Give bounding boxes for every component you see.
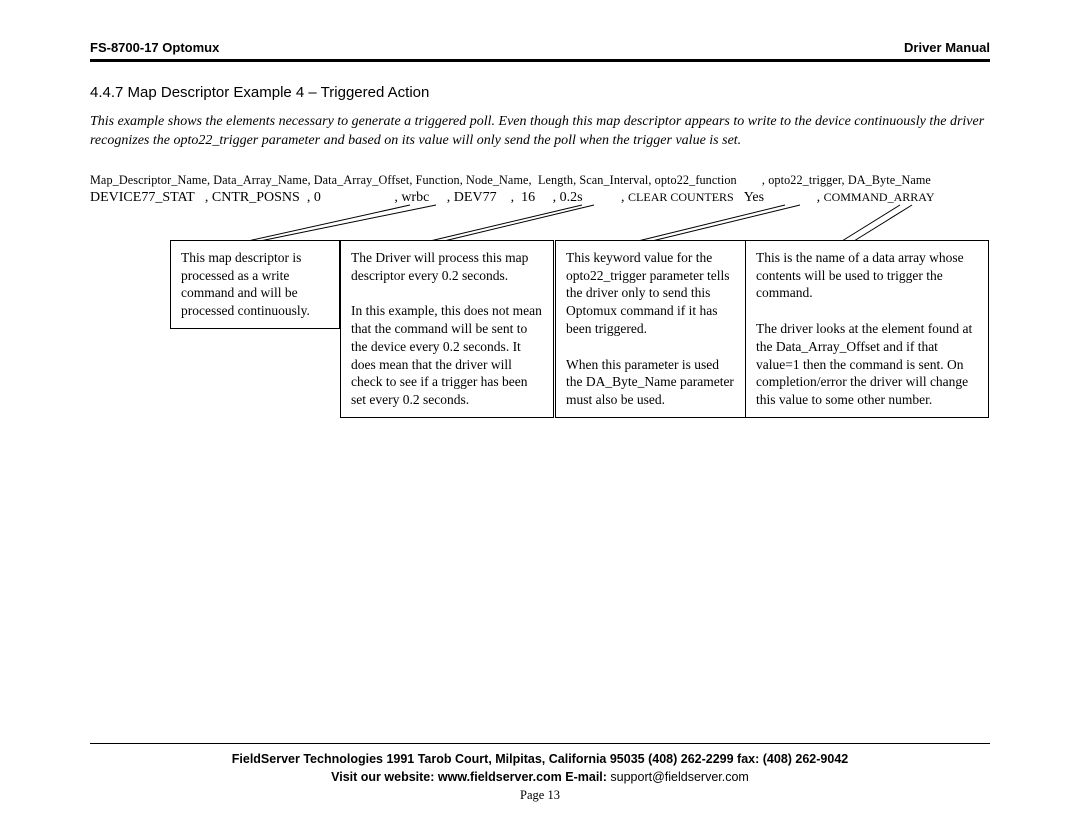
csv-block: Map_Descriptor_Name, Data_Array_Name, Da…	[90, 173, 990, 480]
callout-boxes: This map descriptor is processed as a wr…	[90, 240, 990, 480]
footer-page-number: Page 13	[90, 786, 990, 804]
csv-value-row: DEVICE77_STAT , CNTR_POSNS , 0 , wrbc , …	[90, 190, 990, 206]
callout-box-3: This keyword value for the opto22_trigge…	[555, 240, 747, 418]
callout-text-4a: This is the name of a data array whose c…	[756, 250, 964, 301]
callout-text-3a: This keyword value for the opto22_trigge…	[566, 250, 729, 336]
header-rule	[90, 59, 990, 62]
callout-text-4b: The driver looks at the element found at…	[756, 321, 972, 407]
header-left: FS-8700-17 Optomux	[90, 40, 219, 55]
callout-text-3b: When this parameter is used the DA_Byte_…	[566, 357, 734, 408]
callout-text-2b: In this example, this does not mean that…	[351, 303, 542, 407]
csv-header-row: Map_Descriptor_Name, Data_Array_Name, Da…	[90, 173, 990, 188]
csv-val-a: DEVICE77_STAT , CNTR_POSNS , 0 , wrbc , …	[90, 190, 628, 205]
footer-web-email-label: Visit our website: www.fieldserver.com E…	[331, 770, 607, 784]
callout-box-4: This is the name of a data array whose c…	[745, 240, 989, 418]
footer-address: FieldServer Technologies 1991 Tarob Cour…	[90, 750, 990, 768]
callout-box-2: The Driver will process this map descrip…	[340, 240, 554, 418]
csv-val-function: CLEAR COUNTERS	[628, 190, 734, 204]
callout-text-2a: The Driver will process this map descrip…	[351, 250, 528, 283]
callout-box-1: This map descriptor is processed as a wr…	[170, 240, 340, 329]
page-footer: FieldServer Technologies 1991 Tarob Cour…	[90, 743, 990, 804]
csv-val-byte: COMMAND_ARRAY	[824, 190, 935, 204]
csv-val-c: Yes ,	[734, 190, 824, 205]
section-intro: This example shows the elements necessar…	[90, 113, 990, 151]
footer-contact: Visit our website: www.fieldserver.com E…	[90, 768, 990, 786]
header-right: Driver Manual	[904, 40, 990, 55]
footer-email: support@fieldserver.com	[607, 770, 749, 784]
callout-text-1: This map descriptor is processed as a wr…	[181, 250, 310, 318]
page-header: FS-8700-17 Optomux Driver Manual	[90, 40, 990, 59]
section-title: 4.4.7 Map Descriptor Example 4 – Trigger…	[90, 84, 990, 101]
footer-rule	[90, 743, 990, 744]
